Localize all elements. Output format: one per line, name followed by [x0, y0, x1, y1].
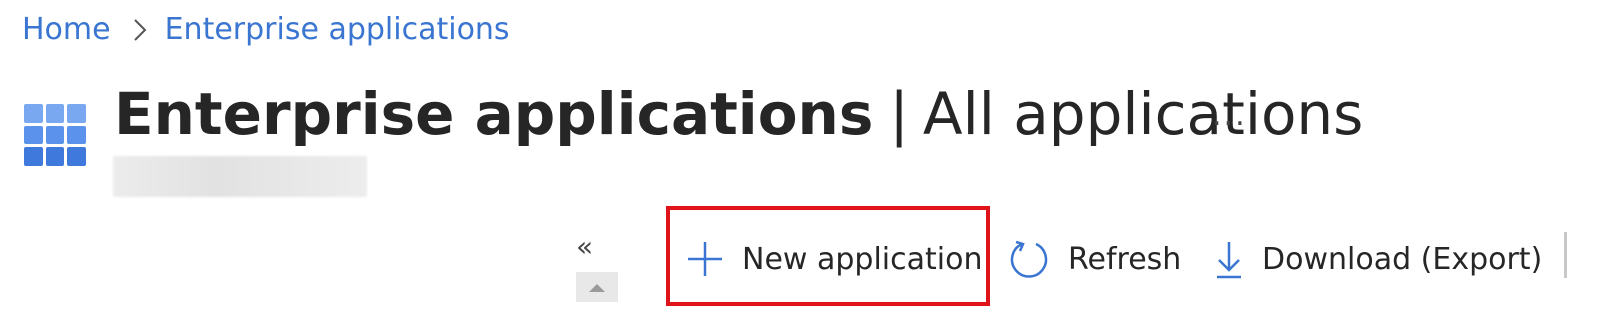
app-grid-icon — [24, 104, 86, 166]
page-title-main: Enterprise applications — [114, 80, 874, 148]
refresh-icon — [1008, 238, 1050, 280]
page-title-sub: All applications — [922, 80, 1364, 148]
breadcrumb-home-link[interactable]: Home — [22, 12, 111, 47]
refresh-label: Refresh — [1068, 241, 1182, 277]
download-export-label: Download (Export) — [1262, 241, 1543, 277]
page-title-divider: | — [889, 80, 909, 148]
chevron-right-icon — [133, 18, 147, 42]
collapse-menu-button[interactable]: « — [576, 230, 593, 263]
more-options-button[interactable]: ... — [1212, 98, 1247, 133]
page-title: Enterprise applications | All applicatio… — [114, 80, 1363, 148]
caret-up-icon — [589, 284, 605, 292]
page-root: Home Enterprise applications Enterprise … — [0, 0, 1610, 314]
toolbar-divider — [1564, 232, 1567, 278]
download-icon — [1214, 238, 1244, 280]
highlight-box — [666, 206, 990, 306]
breadcrumb: Home Enterprise applications — [22, 12, 510, 47]
breadcrumb-enterprise-applications-link[interactable]: Enterprise applications — [165, 12, 510, 47]
scroll-up-button[interactable] — [576, 272, 618, 302]
tenant-name-redacted — [113, 156, 367, 197]
refresh-button[interactable]: Refresh — [1008, 226, 1181, 292]
download-export-button[interactable]: Download (Export) — [1214, 226, 1542, 292]
